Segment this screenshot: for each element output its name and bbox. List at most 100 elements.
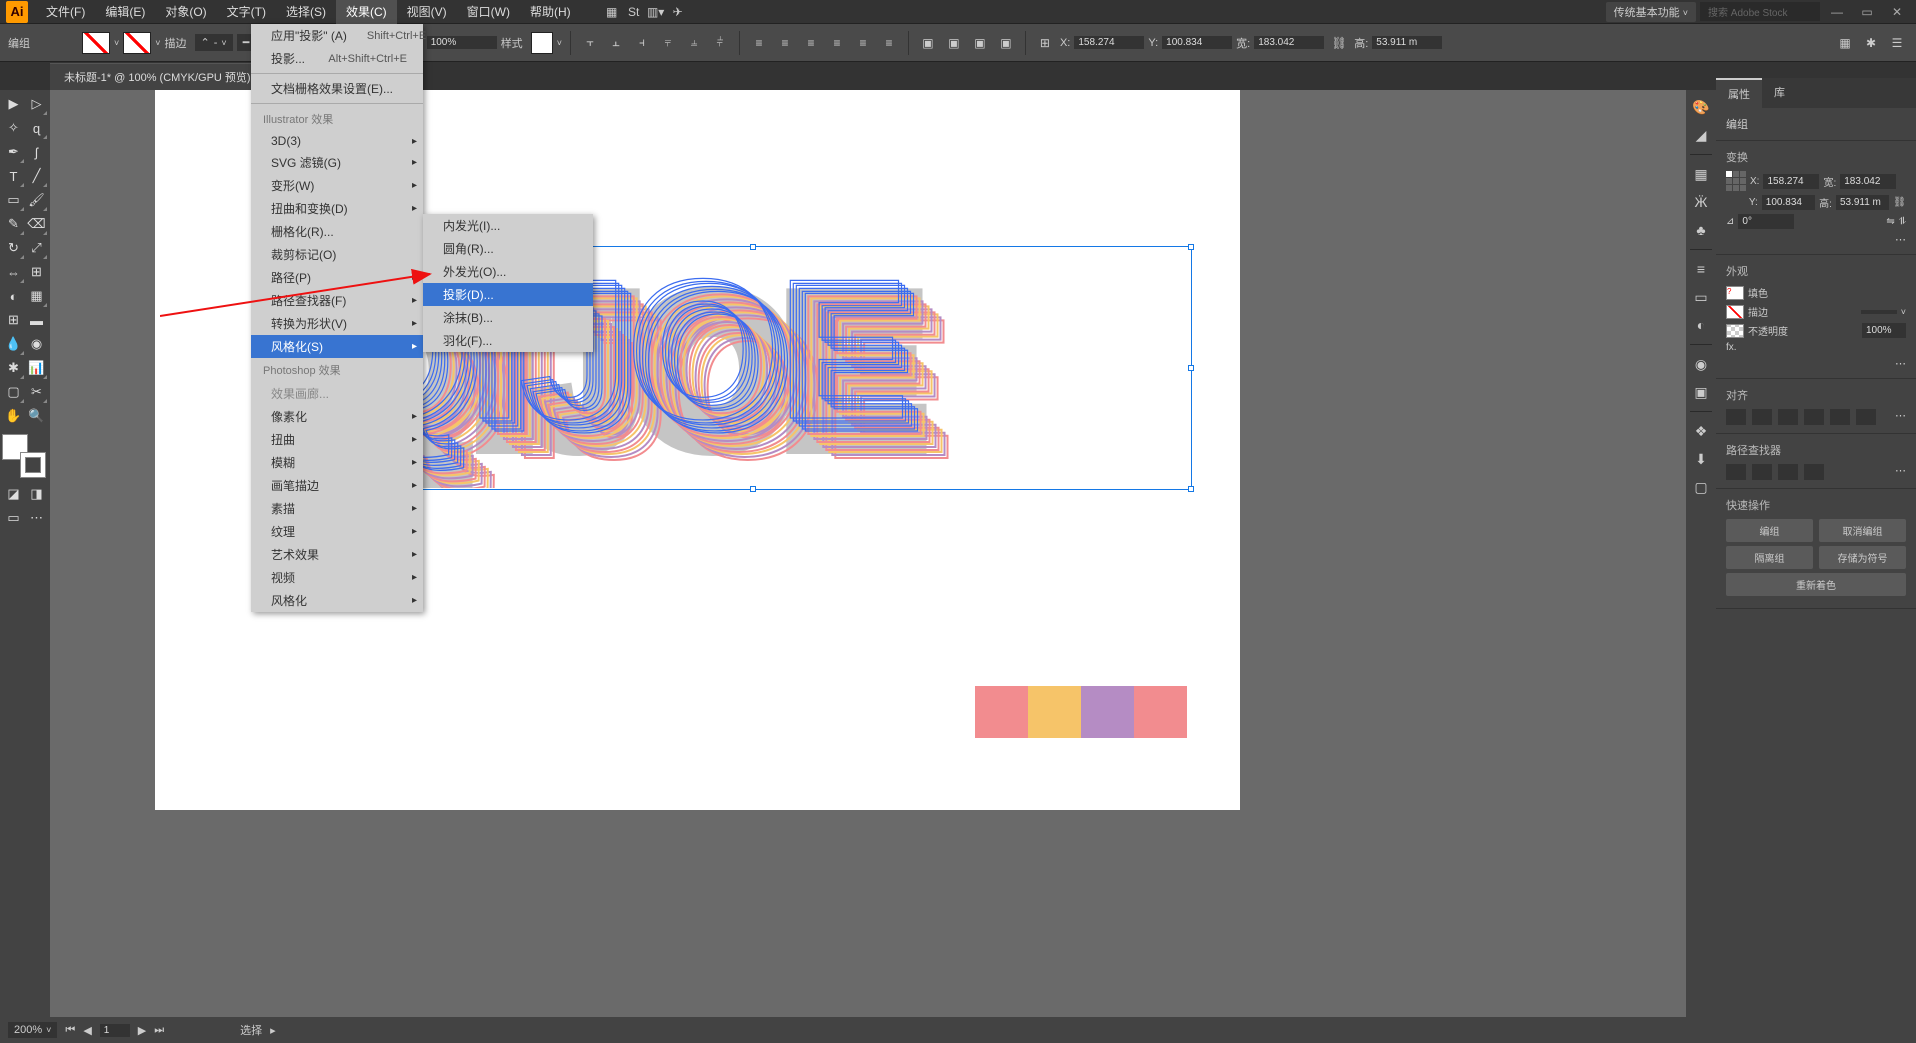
pf-3-icon[interactable]: ▣ <box>969 32 991 54</box>
menu-effect[interactable]: 效果(C) <box>336 0 397 24</box>
gradient-panel-icon[interactable]: ▭ <box>1688 284 1714 310</box>
dist-2-icon[interactable]: ≡ <box>774 32 796 54</box>
pf-btn-4[interactable] <box>1804 464 1824 480</box>
x-field[interactable]: 158.274 <box>1074 36 1144 49</box>
style-swatch[interactable] <box>531 32 553 54</box>
mi-feather[interactable]: 羽化(F)... <box>423 329 593 352</box>
menu-edit[interactable]: 编辑(E) <box>95 0 155 24</box>
mi-texture[interactable]: 纹理 <box>251 520 423 543</box>
mi-pathfinder[interactable]: 路径查找器(F) <box>251 289 423 312</box>
brushes-panel-icon[interactable]: Ӝ <box>1688 189 1714 215</box>
align-btn-5[interactable] <box>1830 409 1850 425</box>
selection-tool[interactable]: ▶ <box>2 92 25 116</box>
color-swatches[interactable] <box>975 686 1187 738</box>
stroke-weight[interactable]: ⌃-˅ <box>195 34 233 51</box>
mi-warp[interactable]: 变形(W) <box>251 174 423 197</box>
menu-object[interactable]: 对象(O) <box>155 0 216 24</box>
link-icon[interactable]: ⛓ <box>1893 197 1906 208</box>
nav-first-icon[interactable]: ⏮ <box>65 1024 75 1037</box>
slice-tool[interactable]: ✂ <box>25 380 48 404</box>
fx-label[interactable]: fx. <box>1726 342 1737 353</box>
mi-ps-distort[interactable]: 扭曲 <box>251 428 423 451</box>
fill-swatch[interactable] <box>82 32 110 54</box>
link-wh-icon[interactable]: ⛓ <box>1328 32 1350 54</box>
mi-inner-glow[interactable]: 内发光(I)... <box>423 214 593 237</box>
tab-libraries[interactable]: 库 <box>1762 78 1797 108</box>
appearance-panel-icon[interactable]: ◉ <box>1688 351 1714 377</box>
eraser-tool[interactable]: ⌫ <box>25 212 48 236</box>
nav-last-icon[interactable]: ⏭ <box>154 1024 164 1037</box>
align-btn-6[interactable] <box>1856 409 1876 425</box>
flip-v-icon[interactable]: ⥮ <box>1899 216 1906 227</box>
screen-mode-icon[interactable]: ▭ <box>2 506 25 530</box>
perspective-tool[interactable]: ▦ <box>25 284 48 308</box>
arrange-icon[interactable]: ▥▾ <box>645 1 667 23</box>
prop-opacity[interactable]: 100% <box>1862 323 1906 338</box>
brush-tool[interactable]: 🖌 <box>25 188 48 212</box>
mi-distort[interactable]: 扭曲和变换(D) <box>251 197 423 220</box>
dist-1-icon[interactable]: ≡ <box>748 32 770 54</box>
nav-prev-icon[interactable]: ◀ <box>83 1024 91 1037</box>
menu-view[interactable]: 视图(V) <box>397 0 457 24</box>
status-more-icon[interactable]: ▸ <box>270 1024 276 1037</box>
mi-apply-last[interactable]: 应用"投影" (A)Shift+Ctrl+E <box>251 24 423 47</box>
direct-select-tool[interactable]: ▷ <box>25 92 48 116</box>
prop-angle[interactable]: 0° <box>1738 214 1794 229</box>
transform-icon[interactable]: ⊞ <box>1034 32 1056 54</box>
menu-help[interactable]: 帮助(H) <box>520 0 581 24</box>
color-mode-icon[interactable]: ◪ <box>2 482 25 506</box>
shaper-tool[interactable]: ✎ <box>2 212 25 236</box>
zoom-level[interactable]: 200% ˅ <box>8 1022 57 1038</box>
align-btn-4[interactable] <box>1804 409 1824 425</box>
mi-stylize[interactable]: 风格化(S) <box>251 335 423 358</box>
align-m-icon[interactable]: ⫨ <box>683 32 705 54</box>
align-l-icon[interactable]: ⫟ <box>579 32 601 54</box>
quick-ungroup[interactable]: 取消编组 <box>1819 519 1906 542</box>
symbols-panel-icon[interactable]: ♣ <box>1688 217 1714 243</box>
curvature-tool[interactable]: ʃ <box>25 140 48 164</box>
stroke-box[interactable] <box>20 452 46 478</box>
transparency-panel-icon[interactable]: ◐ <box>1688 312 1714 338</box>
pen-tool[interactable]: ✒ <box>2 140 25 164</box>
line-tool[interactable]: ╱ <box>25 164 48 188</box>
menu-window[interactable]: 窗口(W) <box>457 0 520 24</box>
shape-builder-tool[interactable]: ◐ <box>2 284 25 308</box>
y-field[interactable]: 100.834 <box>1162 36 1232 49</box>
mi-rasterize[interactable]: 栅格化(R)... <box>251 220 423 243</box>
graphic-styles-icon[interactable]: ▣ <box>1688 379 1714 405</box>
setup-icon[interactable]: ▦ <box>1834 32 1856 54</box>
tab-properties[interactable]: 属性 <box>1716 78 1762 108</box>
layers-panel-icon[interactable]: ❖ <box>1688 418 1714 444</box>
opacity-field[interactable]: 100% <box>427 36 497 49</box>
artboards-panel-icon[interactable]: ▢ <box>1688 474 1714 500</box>
color-guide-icon[interactable]: ◢ <box>1688 122 1714 148</box>
symbol-tool[interactable]: ✱ <box>2 356 25 380</box>
mi-pixelate[interactable]: 像素化 <box>251 405 423 428</box>
bridge-icon[interactable]: ▦ <box>601 1 623 23</box>
align-t-icon[interactable]: ⫧ <box>657 32 679 54</box>
mesh-tool[interactable]: ⊞ <box>2 308 25 332</box>
mi-round[interactable]: 圆角(R)... <box>423 237 593 260</box>
gradient-mode-icon[interactable]: ◨ <box>25 482 48 506</box>
stroke-swatch[interactable] <box>123 32 151 54</box>
gpu-icon[interactable]: ✈ <box>667 1 689 23</box>
min-button[interactable]: — <box>1824 3 1850 21</box>
mi-sketch[interactable]: 素描 <box>251 497 423 520</box>
align-btn-2[interactable] <box>1752 409 1772 425</box>
artboard-tool[interactable]: ▢ <box>2 380 25 404</box>
mi-last-effect[interactable]: 投影...Alt+Shift+Ctrl+E <box>251 47 423 70</box>
width-tool[interactable]: ⇔ <box>2 260 25 284</box>
stroke-panel-icon[interactable]: ≡ <box>1688 256 1714 282</box>
mi-smudge[interactable]: 涂抹(B)... <box>423 306 593 329</box>
more-options-icon2[interactable]: ⋯ <box>1895 358 1906 370</box>
flip-h-icon[interactable]: ⇋ <box>1886 216 1894 227</box>
mi-path[interactable]: 路径(P) <box>251 266 423 289</box>
prop-x[interactable]: 158.274 <box>1763 174 1819 189</box>
mi-gallery[interactable]: 效果画廊... <box>251 382 423 405</box>
mi-blur[interactable]: 模糊 <box>251 451 423 474</box>
align-btn-3[interactable] <box>1778 409 1798 425</box>
prop-w[interactable]: 183.042 <box>1840 174 1896 189</box>
more-options-icon[interactable]: ⋯ <box>1895 234 1906 246</box>
w-field[interactable]: 183.042 <box>1254 36 1324 49</box>
prop-y[interactable]: 100.834 <box>1762 195 1815 210</box>
